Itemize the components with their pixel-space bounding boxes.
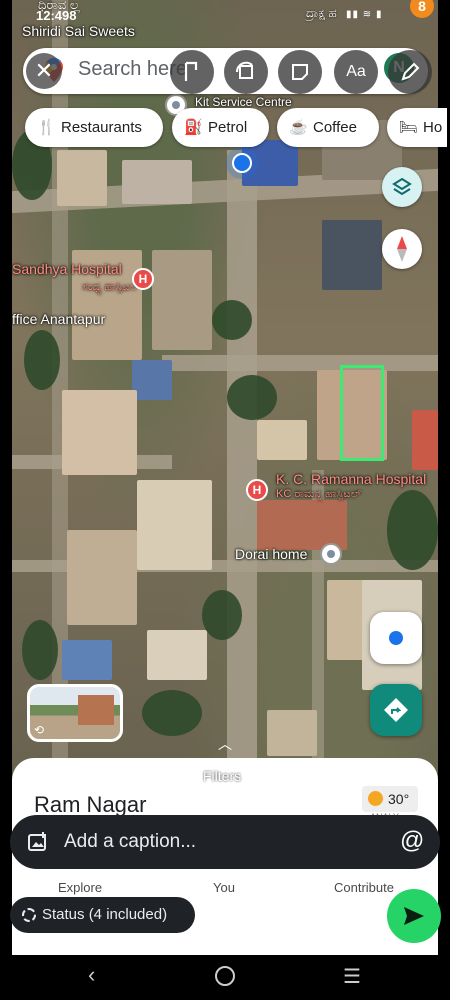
building [137,480,212,570]
status-overlay-text-right: ದ್ರಾಕ್ಷ ಹ [306,6,337,20]
temperature: 30° [388,791,410,807]
rotate-360-icon: ⟲ [34,723,45,737]
chip-label: Petrol [208,119,248,136]
building [132,360,172,400]
tree [387,490,438,570]
system-icons: ▮▮ ≋ ▮ [346,9,383,20]
map-label-kc-ramanna-hospital-local: KC ರಾಮನ್ನ ಹಾಸ್ಪಿಟಲ್ [276,488,362,500]
hospital-pin-icon[interactable]: H [246,479,268,501]
building [152,250,212,350]
chip-label: Ho [423,119,443,136]
map-label-sandhya-hospital-local: ಸಂಧ್ಯ ಹಾಸ್ಪಿಟಲ್ [82,281,141,293]
chip-label: Coffee [313,119,357,136]
maps-nav-you[interactable]: You [213,880,235,895]
place-pin-icon[interactable] [320,543,342,565]
tree [227,375,277,420]
street-view-thumbnail[interactable]: ⟲ [27,684,123,742]
tree [142,690,202,736]
status-time: 12:498 [36,8,77,23]
building [122,160,192,204]
layers-button[interactable] [382,167,422,207]
chip-label: Restaurants [61,119,142,136]
building [62,390,137,475]
maps-nav-explore[interactable]: Explore [58,880,102,895]
highlighted-plot-box [340,365,384,461]
current-location-dot [232,153,252,173]
send-button[interactable] [387,889,441,943]
map-label-office[interactable]: ffice Anantapur [12,311,105,327]
mention-button[interactable]: @ [400,827,424,855]
status-ring-icon [22,908,36,922]
building [257,420,307,460]
chip-petrol[interactable]: ⛽ Petrol [172,108,269,147]
chip-restaurants[interactable]: 🍴 Restaurants [25,108,163,147]
hospital-pin-icon[interactable]: H [132,268,154,290]
building [57,150,107,206]
back-icon[interactable]: ‹ [88,962,95,988]
text-tool-button[interactable]: Aa [334,50,378,94]
building [322,220,382,290]
weather-badge: 30° [362,786,418,812]
directions-button[interactable] [370,684,422,736]
send-icon [404,907,424,925]
filters-label[interactable]: Filters [203,768,241,784]
tree [24,330,60,390]
close-icon[interactable]: ✕ [26,53,62,89]
tree [212,300,252,340]
fork-knife-icon: 🍴 [37,119,56,136]
screen: Shiridi Sai Sweets Kit Service Centre Sa… [0,0,450,1000]
layers-icon [392,177,412,196]
coffee-icon: ☕ [289,119,308,136]
sun-icon [368,791,383,806]
draw-pencil-icon[interactable] [388,50,432,94]
map-label-kc-ramanna-hospital[interactable]: K. C. Ramanna Hospital [276,471,426,487]
status-audience-pill[interactable]: Status (4 included) [10,897,195,933]
building [147,630,207,680]
compass-icon [397,236,407,262]
tree [202,590,242,640]
text-style-icon[interactable] [170,50,214,94]
tree [22,620,58,680]
compass-button[interactable] [382,229,422,269]
sticker-icon[interactable] [278,50,322,94]
map-label-kit-service-centre[interactable]: Kit Service Centre [195,95,292,109]
map-label-sandhya-hospital[interactable]: Sandhya Hospital [12,261,122,277]
road [162,355,438,371]
home-icon[interactable] [215,966,235,986]
recent-apps-icon[interactable]: ☰ [343,964,361,989]
chevron-up-icon[interactable]: ︿ [218,734,232,754]
caption-input[interactable]: Add a caption... [64,831,196,853]
add-image-icon[interactable] [28,832,48,852]
building [62,640,112,680]
fuel-icon: ⛽ [184,119,203,136]
my-location-button[interactable] [370,612,422,664]
directions-icon [384,698,408,722]
rotate-crop-icon[interactable] [224,50,268,94]
chip-hotels[interactable]: 🛏 Ho [387,108,447,147]
my-location-icon [389,631,403,645]
building [67,530,137,625]
status-bar: ಧಿರಾವ ಲ್ಲ 12:498 ದ್ರಾಕ್ಷ ಹ ▮▮ ≋ ▮ [0,0,450,26]
maps-nav-contribute[interactable]: Contribute [334,880,394,895]
building [267,710,317,756]
status-audience-label: Status (4 included) [42,906,168,923]
building [327,580,367,660]
street-view-house [78,695,114,725]
building [412,410,438,470]
hotel-icon: 🛏 [399,119,419,136]
map-label-dorai-home[interactable]: Dorai home [235,546,307,562]
chip-coffee[interactable]: ☕ Coffee [277,108,379,147]
